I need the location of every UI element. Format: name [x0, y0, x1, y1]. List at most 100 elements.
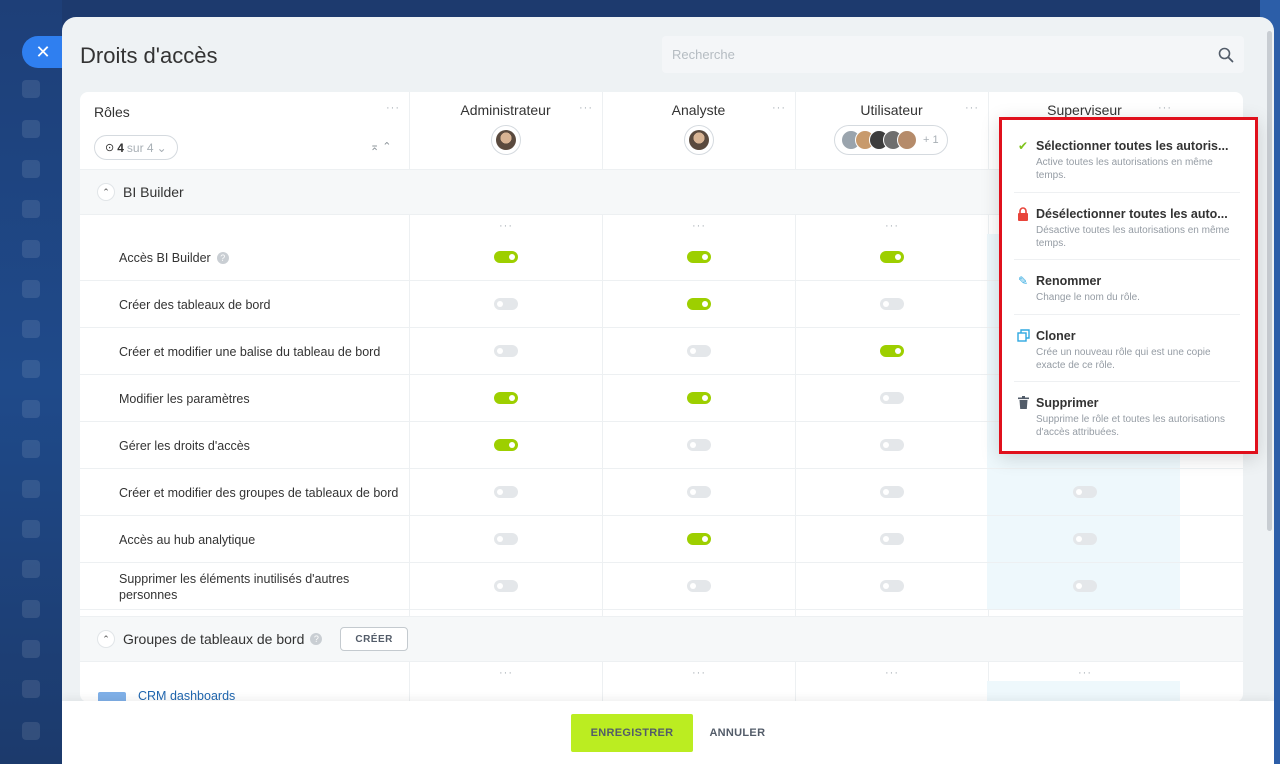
permission-toggle[interactable]	[494, 298, 518, 310]
sidebar-icon	[22, 360, 40, 378]
avatar[interactable]	[491, 125, 521, 155]
permission-toggle[interactable]	[687, 533, 711, 545]
sidebar-icon	[22, 722, 40, 740]
save-button[interactable]: ENREGISTRER	[570, 713, 694, 752]
avatar	[897, 130, 917, 150]
sidebar-icon	[22, 320, 40, 338]
footer-bar: ENREGISTRER ANNULER	[62, 701, 1274, 764]
roles-menu-icon[interactable]: ···	[386, 102, 400, 114]
sidebar-icon	[22, 440, 40, 458]
column-menu-icon[interactable]: ···	[499, 220, 513, 232]
selected-column-highlight	[987, 681, 1180, 702]
eye-icon: ⊙	[105, 142, 115, 154]
sidebar-icon	[22, 120, 40, 138]
permission-toggle[interactable]	[687, 486, 711, 498]
column-title-superviseur[interactable]: Superviseur	[988, 102, 1181, 118]
pencil-icon: ✎	[1017, 274, 1029, 288]
close-button[interactable]: ✕	[22, 36, 62, 68]
column-menu-icon[interactable]: ···	[692, 667, 706, 679]
cancel-button[interactable]: ANNULER	[709, 727, 765, 739]
create-button[interactable]: CRÉER	[340, 627, 408, 651]
permission-label: Créer et modifier des groupes de tableau…	[119, 485, 399, 500]
permission-toggle[interactable]	[687, 345, 711, 357]
sidebar-icon	[22, 200, 40, 218]
permission-toggle[interactable]	[687, 298, 711, 310]
permission-toggle[interactable]	[494, 392, 518, 404]
table-row: Créer et modifier des groupes de tableau…	[80, 469, 1243, 516]
permission-label: Créer des tableaux de bord	[119, 297, 271, 312]
permission-toggle[interactable]	[687, 392, 711, 404]
sidebar-icon	[22, 640, 40, 658]
permission-toggle[interactable]	[687, 439, 711, 451]
roles-count-filter[interactable]: ⊙ 4 sur 4 ⌄	[94, 135, 178, 160]
scrollbar[interactable]	[1267, 31, 1272, 531]
column-title-utilisateur[interactable]: Utilisateur	[795, 102, 988, 118]
sidebar-icon	[22, 520, 40, 538]
chevron-up-icon[interactable]: ⌃	[97, 630, 115, 648]
permission-toggle[interactable]	[494, 486, 518, 498]
column-menu-icon[interactable]: ···	[885, 220, 899, 232]
permission-label: Accès au hub analytique	[119, 532, 256, 547]
permission-toggle[interactable]	[494, 439, 518, 451]
permission-toggle[interactable]	[880, 439, 904, 451]
menu-item-select-all[interactable]: ✔ Sélectionner toutes les autoris... Act…	[1014, 139, 1242, 181]
permission-label: Supprimer les éléments inutilisés d'autr…	[119, 571, 350, 602]
permission-toggle[interactable]	[880, 392, 904, 404]
check-icon: ✔	[1017, 139, 1029, 153]
help-icon[interactable]: ?	[310, 633, 323, 645]
section-title: Groupes de tableaux de bord	[123, 631, 305, 647]
column-menu-icon[interactable]: ···	[579, 102, 593, 114]
column-menu-icon[interactable]: ···	[692, 220, 706, 232]
column-menu-icon[interactable]: ···	[499, 667, 513, 679]
permission-toggle[interactable]	[880, 298, 904, 310]
column-menu-icon[interactable]: ···	[965, 102, 979, 114]
permission-toggle[interactable]	[1073, 580, 1097, 592]
avatar[interactable]	[684, 125, 714, 155]
permission-toggle[interactable]	[687, 251, 711, 263]
chevron-down-icon: ⌄	[156, 140, 167, 155]
permission-label: Accès BI Builder?	[119, 234, 399, 281]
trash-icon	[1016, 396, 1030, 410]
roles-count-current: 4	[117, 140, 124, 155]
sidebar-icon	[22, 560, 40, 578]
column-menu-icon[interactable]: ···	[772, 102, 786, 114]
sidebar-icon	[22, 280, 40, 298]
permission-label: Modifier les paramètres	[119, 391, 250, 406]
avatar-extra-count: + 1	[923, 134, 939, 146]
background-sidebar	[0, 0, 62, 764]
permission-toggle[interactable]	[1073, 486, 1097, 498]
search-box[interactable]	[662, 36, 1244, 73]
menu-item-delete[interactable]: Supprimer Supprime le rôle et toutes les…	[1014, 396, 1242, 438]
permission-toggle[interactable]	[494, 580, 518, 592]
chevron-up-icon[interactable]: ⌃	[97, 183, 115, 201]
collapse-expand-icon[interactable]: ⌅ ⌃	[370, 140, 392, 153]
permission-toggle[interactable]	[880, 486, 904, 498]
lock-icon	[1016, 207, 1030, 221]
menu-item-clone[interactable]: Cloner Crée un nouveau rôle qui est une …	[1014, 329, 1242, 371]
permission-toggle[interactable]	[687, 580, 711, 592]
permission-toggle[interactable]	[880, 533, 904, 545]
permission-toggle[interactable]	[494, 533, 518, 545]
permission-toggle[interactable]	[880, 580, 904, 592]
menu-item-rename[interactable]: ✎ Renommer Change le nom du rôle.	[1014, 274, 1242, 304]
avatar-group[interactable]: + 1	[834, 125, 948, 155]
permission-toggle[interactable]	[494, 251, 518, 263]
search-icon[interactable]	[1218, 47, 1234, 63]
help-icon[interactable]: ?	[216, 251, 229, 264]
column-menu-icon[interactable]: ···	[885, 667, 899, 679]
permission-toggle[interactable]	[880, 251, 904, 263]
sidebar-icon	[22, 600, 40, 618]
menu-item-deselect-all[interactable]: Désélectionner toutes les auto... Désact…	[1014, 207, 1242, 249]
sidebar-icon	[22, 240, 40, 258]
permission-label: Créer et modifier une balise du tableau …	[119, 344, 381, 359]
search-input[interactable]	[672, 47, 1218, 62]
copy-icon	[1016, 329, 1030, 343]
permission-toggle[interactable]	[880, 345, 904, 357]
column-title-administrateur[interactable]: Administrateur	[409, 102, 602, 118]
column-menu-icon[interactable]: ···	[1158, 102, 1172, 114]
permission-toggle[interactable]	[494, 345, 518, 357]
permission-toggle[interactable]	[1073, 533, 1097, 545]
column-title-analyste[interactable]: Analyste	[602, 102, 795, 118]
sidebar-icon	[22, 480, 40, 498]
column-menu-icon[interactable]: ···	[1078, 667, 1092, 679]
